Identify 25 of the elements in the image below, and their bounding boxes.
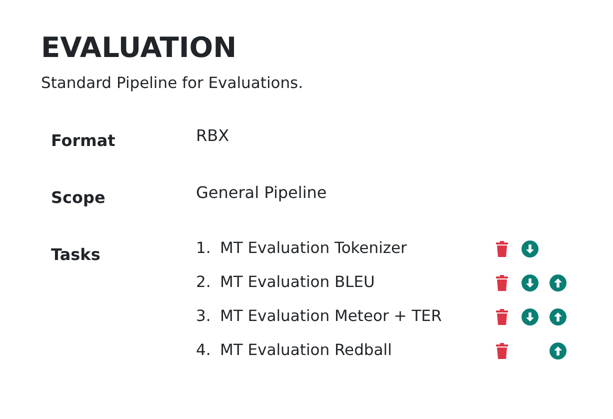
arrow-up-circle-icon[interactable] xyxy=(549,274,567,292)
arrow-up-circle-icon[interactable] xyxy=(549,308,567,326)
arrow-down-circle-icon[interactable] xyxy=(521,308,539,326)
field-value: RBX xyxy=(196,124,230,147)
arrow-down-circle-icon[interactable] xyxy=(521,240,539,258)
field-label: Scope xyxy=(51,186,106,209)
trash-icon[interactable] xyxy=(493,308,511,326)
field-label: Tasks xyxy=(51,244,102,266)
task-name: MT Evaluation Redball xyxy=(220,340,393,362)
trash-icon[interactable] xyxy=(493,342,511,360)
task-number: 2. xyxy=(196,272,212,294)
description-text: Standard Pipeline for Evaluations. xyxy=(41,73,304,94)
trash-icon[interactable] xyxy=(493,240,511,258)
task-number: 1. xyxy=(196,238,212,260)
page-title: EVALUATION xyxy=(41,30,238,66)
task-name: MT Evaluation Tokenizer xyxy=(220,238,408,260)
field-value: General Pipeline xyxy=(196,182,328,204)
trash-icon[interactable] xyxy=(493,274,511,292)
field-label: Format xyxy=(51,130,116,152)
arrow-up-circle-icon[interactable] xyxy=(549,342,567,360)
arrow-down-circle-icon[interactable] xyxy=(521,274,539,292)
task-name: MT Evaluation Meteor + TER xyxy=(220,306,443,328)
task-number: 4. xyxy=(196,340,212,362)
task-number: 3. xyxy=(196,306,212,328)
task-name: MT Evaluation BLEU xyxy=(220,272,376,294)
